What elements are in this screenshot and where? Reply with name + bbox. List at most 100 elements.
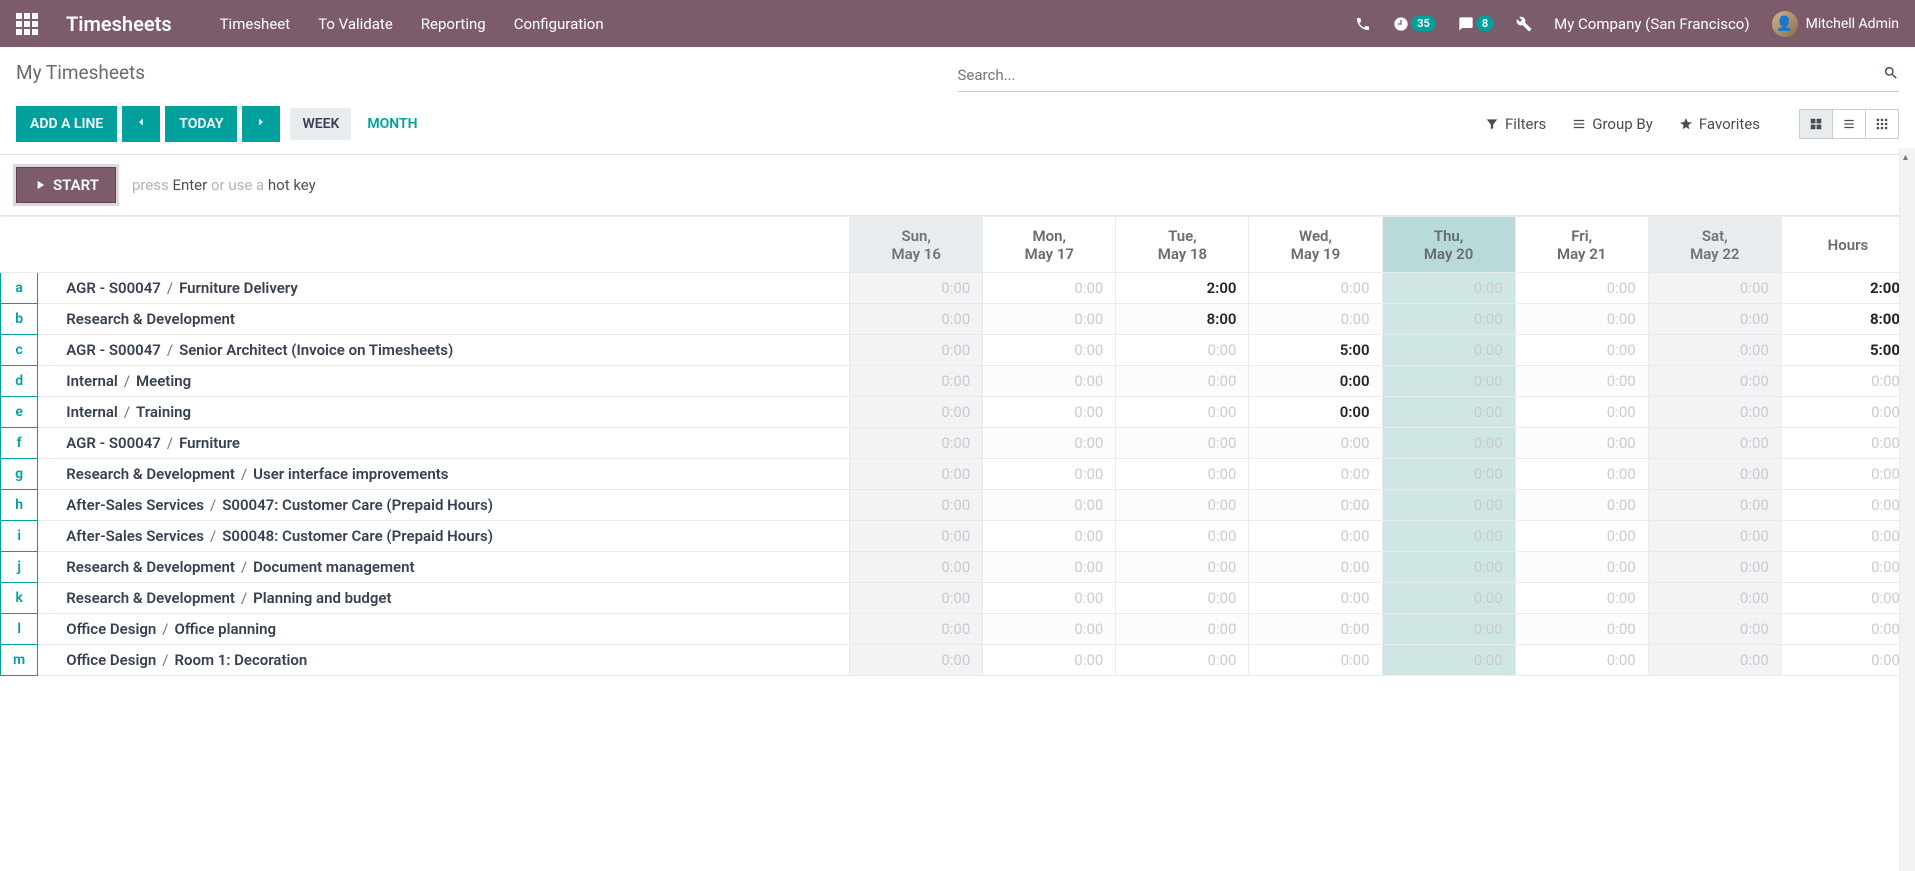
row-label[interactable]: AGR - S00047/Senior Architect (Invoice o…: [38, 335, 850, 366]
grid-cell[interactable]: 0:00: [1249, 428, 1382, 459]
start-timer-button[interactable]: START: [16, 167, 116, 203]
row-hotkey[interactable]: d: [1, 366, 38, 397]
grid-cell[interactable]: 0:00: [983, 521, 1116, 552]
grid-cell[interactable]: 0:00: [983, 304, 1116, 335]
row-hotkey[interactable]: h: [1, 490, 38, 521]
grid-cell[interactable]: 0:00: [1382, 397, 1515, 428]
grid-cell[interactable]: 0:00: [1515, 583, 1648, 614]
view-list-icon[interactable]: [1832, 109, 1866, 139]
grid-cell[interactable]: 0:00: [1382, 552, 1515, 583]
activity-icon[interactable]: 35: [1393, 16, 1436, 32]
grid-cell[interactable]: 0:00: [983, 614, 1116, 645]
grid-cell[interactable]: 0:00: [850, 521, 983, 552]
grid-cell[interactable]: 0:00: [850, 397, 983, 428]
row-label[interactable]: AGR - S00047/Furniture: [38, 428, 850, 459]
grid-cell[interactable]: 0:00: [1515, 335, 1648, 366]
grid-cell[interactable]: 0:00: [1116, 645, 1249, 676]
grid-cell[interactable]: 0:00: [1648, 521, 1781, 552]
row-hotkey[interactable]: f: [1, 428, 38, 459]
grid-cell[interactable]: 0:00: [1249, 645, 1382, 676]
grid-cell[interactable]: 0:00: [1382, 428, 1515, 459]
grid-cell[interactable]: 0:00: [983, 583, 1116, 614]
row-hotkey[interactable]: e: [1, 397, 38, 428]
prev-button[interactable]: [122, 106, 160, 142]
row-label[interactable]: After-Sales Services/S00047: Customer Ca…: [38, 490, 850, 521]
grid-cell[interactable]: 0:00: [983, 273, 1116, 304]
grid-cell[interactable]: 0:00: [1249, 552, 1382, 583]
row-hotkey[interactable]: b: [1, 304, 38, 335]
grid-cell[interactable]: 0:00: [1515, 490, 1648, 521]
row-hotkey[interactable]: m: [1, 645, 38, 676]
grid-cell[interactable]: 0:00: [1382, 366, 1515, 397]
grid-cell[interactable]: 0:00: [1116, 366, 1249, 397]
row-hotkey[interactable]: k: [1, 583, 38, 614]
row-label[interactable]: AGR - S00047/Furniture Delivery: [38, 273, 850, 304]
grid-cell[interactable]: 0:00: [1648, 273, 1781, 304]
grid-cell[interactable]: 0:00: [1382, 335, 1515, 366]
row-hotkey[interactable]: c: [1, 335, 38, 366]
grid-cell[interactable]: 0:00: [850, 335, 983, 366]
add-line-button[interactable]: ADD A LINE: [16, 106, 117, 142]
grid-cell[interactable]: 0:00: [1515, 397, 1648, 428]
row-label[interactable]: Internal/Training: [38, 397, 850, 428]
grid-cell[interactable]: 0:00: [1382, 521, 1515, 552]
grid-cell[interactable]: 0:00: [1249, 397, 1382, 428]
apps-icon[interactable]: [16, 13, 38, 35]
grid-cell[interactable]: 0:00: [850, 366, 983, 397]
grid-cell[interactable]: 0:00: [1382, 490, 1515, 521]
grid-cell[interactable]: 0:00: [1382, 614, 1515, 645]
grid-cell[interactable]: 0:00: [1249, 304, 1382, 335]
grid-cell[interactable]: 0:00: [983, 366, 1116, 397]
grid-cell[interactable]: 0:00: [1648, 490, 1781, 521]
row-label[interactable]: Research & Development: [38, 304, 850, 335]
grid-cell[interactable]: 0:00: [850, 304, 983, 335]
grid-cell[interactable]: 0:00: [1382, 459, 1515, 490]
grid-cell[interactable]: 0:00: [1249, 273, 1382, 304]
phone-icon[interactable]: [1355, 16, 1371, 32]
grid-cell[interactable]: 0:00: [983, 490, 1116, 521]
grid-cell[interactable]: 2:00: [1116, 273, 1249, 304]
grid-cell[interactable]: 0:00: [1382, 273, 1515, 304]
grid-cell[interactable]: 0:00: [1648, 366, 1781, 397]
grid-cell[interactable]: 0:00: [1515, 521, 1648, 552]
grid-cell[interactable]: 0:00: [983, 397, 1116, 428]
grid-cell[interactable]: 0:00: [1648, 428, 1781, 459]
row-hotkey[interactable]: a: [1, 273, 38, 304]
grid-cell[interactable]: 0:00: [1116, 583, 1249, 614]
grid-cell[interactable]: 0:00: [1515, 552, 1648, 583]
row-hotkey[interactable]: g: [1, 459, 38, 490]
grid-cell[interactable]: 0:00: [1515, 273, 1648, 304]
grid-cell[interactable]: 0:00: [1116, 614, 1249, 645]
grid-cell[interactable]: 0:00: [1382, 304, 1515, 335]
grid-cell[interactable]: 0:00: [1249, 459, 1382, 490]
grid-cell[interactable]: 0:00: [983, 335, 1116, 366]
search-input[interactable]: [958, 66, 1884, 84]
grid-cell[interactable]: 0:00: [1648, 304, 1781, 335]
view-kanban-icon[interactable]: [1865, 109, 1899, 139]
grid-cell[interactable]: 0:00: [850, 490, 983, 521]
grid-cell[interactable]: 0:00: [1249, 366, 1382, 397]
row-hotkey[interactable]: j: [1, 552, 38, 583]
grid-cell[interactable]: 0:00: [850, 273, 983, 304]
grid-cell[interactable]: 0:00: [1249, 583, 1382, 614]
grid-cell[interactable]: 0:00: [1648, 552, 1781, 583]
grid-cell[interactable]: 0:00: [1116, 428, 1249, 459]
grid-cell[interactable]: 0:00: [983, 645, 1116, 676]
grid-cell[interactable]: 0:00: [1648, 335, 1781, 366]
next-button[interactable]: [242, 106, 280, 142]
menu-configuration[interactable]: Configuration: [514, 15, 604, 33]
scroll-up-icon[interactable]: ▴: [1903, 152, 1908, 163]
grid-cell[interactable]: 0:00: [850, 583, 983, 614]
row-label[interactable]: Research & Development/Planning and budg…: [38, 583, 850, 614]
grid-cell[interactable]: 0:00: [1249, 614, 1382, 645]
grid-cell[interactable]: 0:00: [1116, 552, 1249, 583]
grid-cell[interactable]: 0:00: [1249, 521, 1382, 552]
scale-week-button[interactable]: WEEK: [290, 108, 351, 140]
row-hotkey[interactable]: i: [1, 521, 38, 552]
grid-cell[interactable]: 0:00: [850, 428, 983, 459]
grid-cell[interactable]: 0:00: [1648, 645, 1781, 676]
grid-cell[interactable]: 0:00: [850, 614, 983, 645]
grid-cell[interactable]: 0:00: [983, 552, 1116, 583]
grid-cell[interactable]: 0:00: [1116, 459, 1249, 490]
user-menu[interactable]: 👤 Mitchell Admin: [1772, 11, 1899, 37]
